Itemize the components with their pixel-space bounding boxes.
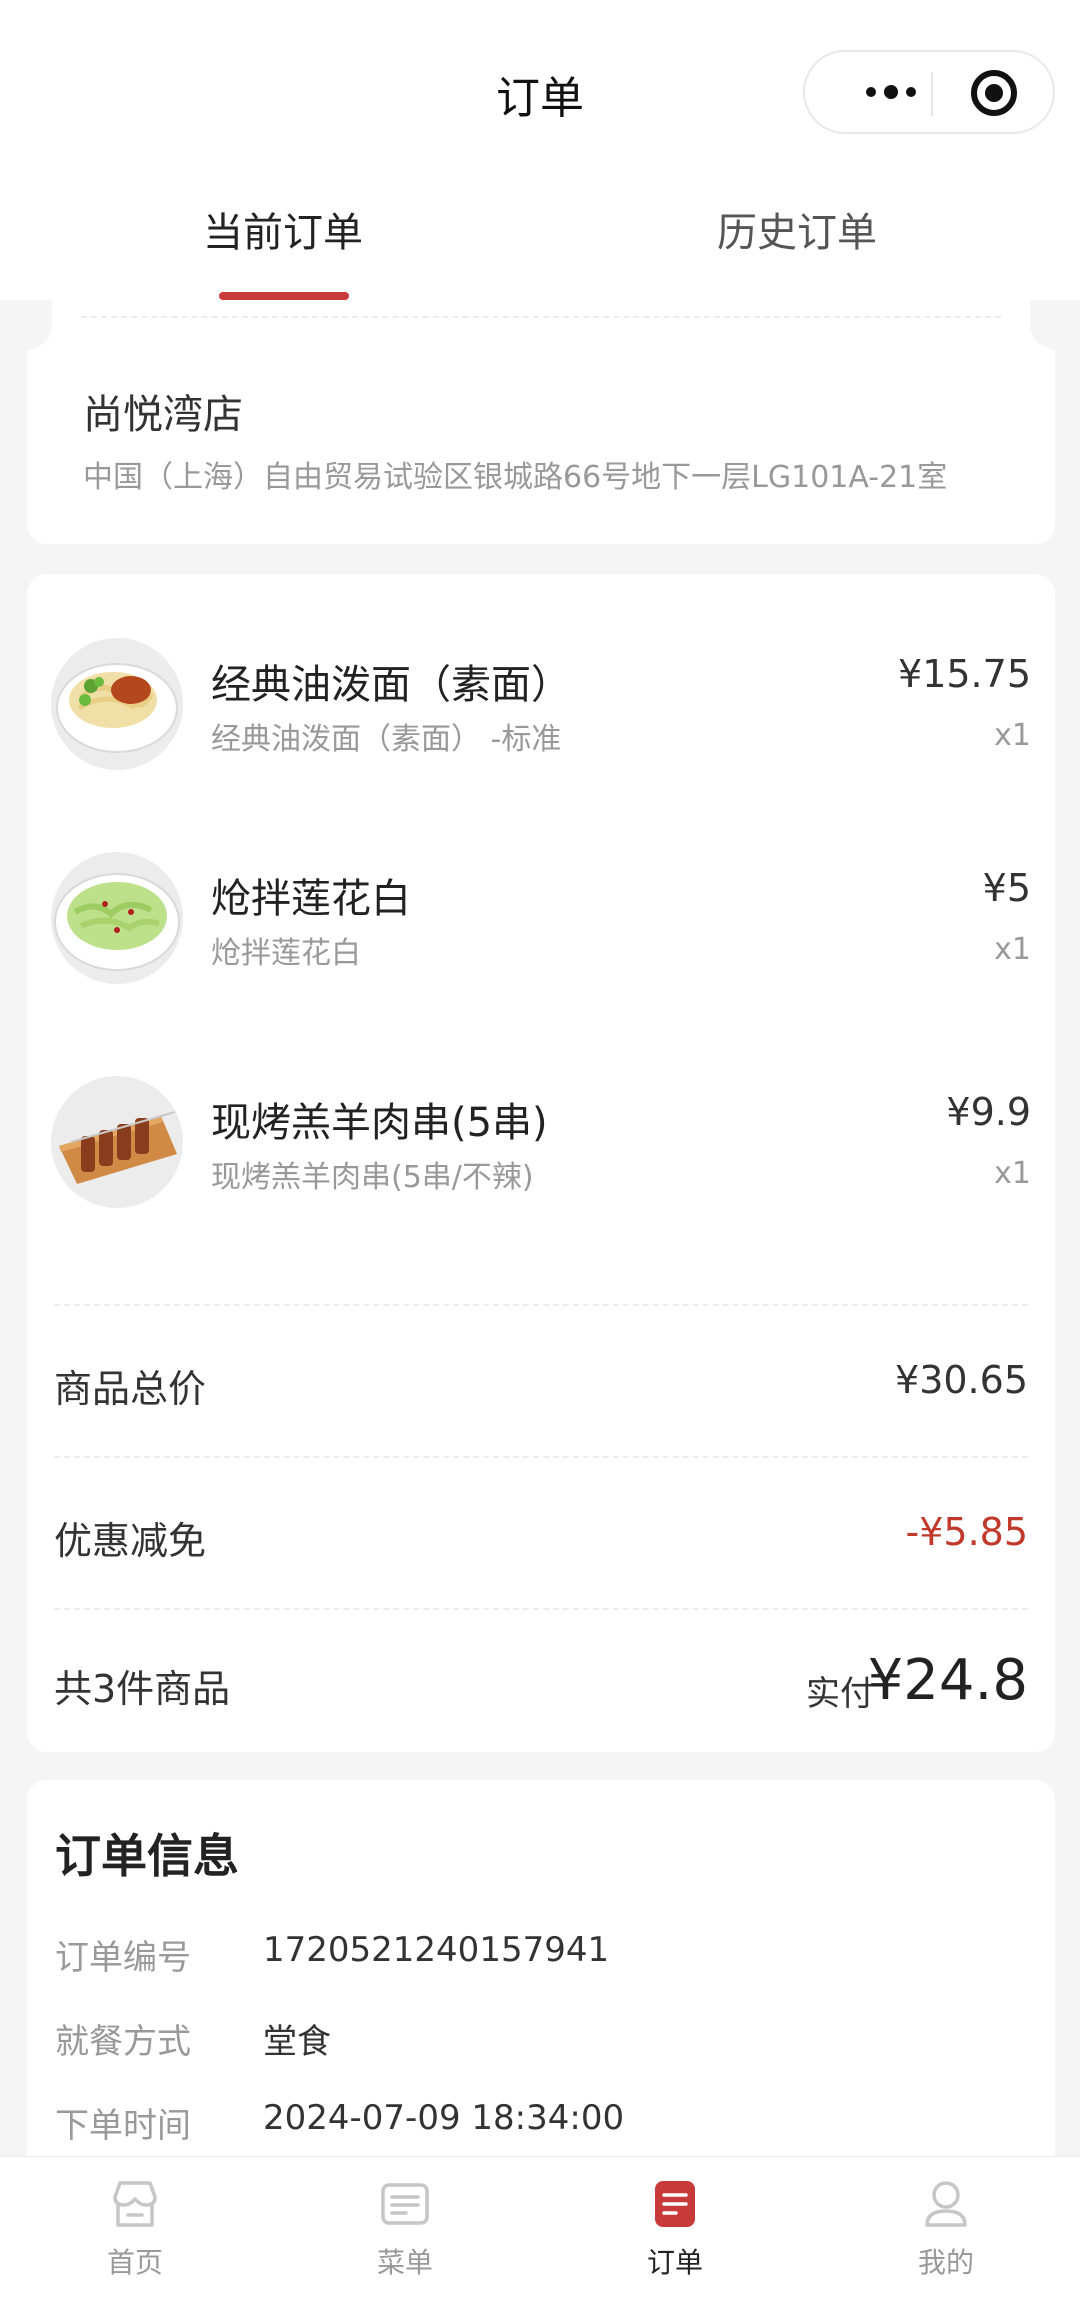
discount-value: -¥5.85 [905,1510,1029,1554]
bottom-tab-bar: 首页 菜单 订单 我的 [0,2156,1080,2302]
order-icon [655,2181,695,2227]
discount-label: 优惠减免 [54,1519,207,1563]
info-label: 就餐方式 [55,2022,191,2062]
item-spec: 经典油泼面（素面） -标准 [211,722,562,757]
tabbar-label: 菜单 [376,2246,433,2279]
item-spec: 现烤羔羊肉串(5串/不辣) [211,1160,534,1195]
more-icon[interactable] [841,52,941,132]
subtotal-row: 商品总价 ¥30.65 [54,1358,1028,1418]
item-quantity: x1 [994,932,1031,967]
order-time: 2024-07-09 18:34:00 [263,2098,625,2138]
active-tab-indicator [219,292,349,300]
discount-row: 优惠减免 -¥5.85 [54,1510,1028,1570]
tabbar-label: 首页 [106,2246,163,2279]
order-item: 现烤羔羊肉串(5串) 现烤羔羊肉串(5串/不辣) ¥9.9 x1 [27,1076,1055,1216]
profile-icon [925,2181,967,2227]
ticket-notch-left [0,300,52,350]
item-price: ¥15.75 [898,652,1031,696]
divider [54,1456,1028,1458]
item-name: 经典油泼面（素面） [211,662,571,708]
dining-mode: 堂食 [263,2022,331,2062]
paid-amount: ¥24.8 [867,1648,1028,1713]
order-item: 炝拌莲花白 炝拌莲花白 ¥5 x1 [27,852,1055,992]
order-time-row: 下单时间 2024-07-09 18:34:00 [55,2098,1015,2148]
info-label: 下单时间 [55,2106,191,2146]
subtotal-value: ¥30.65 [895,1358,1028,1402]
mini-program-capsule [803,50,1055,134]
store-card: 尚悦湾店 中国（上海）自由贸易试验区银城路66号地下一层LG101A-21室 [0,300,1080,544]
store-address: 中国（上海）自由贸易试验区银城路66号地下一层LG101A-21室 [83,460,948,495]
store-icon [113,2181,157,2227]
dining-mode-row: 就餐方式 堂食 [55,2014,1015,2064]
order-number[interactable]: 1720521240157941 [263,1930,609,1970]
paid-label: 实付 [806,1674,874,1714]
item-name: 炝拌莲花白 [211,876,411,922]
tabbar-item-orders[interactable]: 订单 [605,2175,745,2295]
tabbar-item-profile[interactable]: 我的 [876,2175,1016,2295]
order-item: 经典油泼面（素面） 经典油泼面（素面） -标准 ¥15.75 x1 [27,638,1055,778]
cabbage-salad-icon [51,852,183,984]
item-quantity: x1 [994,1156,1031,1191]
order-items-card: 经典油泼面（素面） 经典油泼面（素面） -标准 ¥15.75 x1 炝拌莲花白 … [27,574,1055,1752]
item-price: ¥5 [982,866,1031,910]
divider [81,316,1001,318]
capsule-divider [931,72,933,116]
total-row: 共3件商品 实付 ¥24.8 [54,1648,1028,1718]
item-quantity: x1 [994,718,1031,753]
tabbar-label: 我的 [917,2246,974,2279]
ticket-notch-right [1030,300,1080,350]
divider [54,1608,1028,1610]
noodle-bowl-icon [51,638,183,770]
menu-icon [381,2183,429,2225]
item-price: ¥9.9 [946,1090,1031,1134]
tabbar-label: 订单 [646,2246,703,2279]
lamb-skewers-icon [51,1076,183,1208]
tab-current-orders[interactable]: 当前订单 [153,200,413,258]
tab-history-orders[interactable]: 历史订单 [667,200,927,258]
item-count-label: 共3件商品 [54,1667,231,1711]
order-info-title: 订单信息 [55,1829,239,1883]
item-name: 现烤羔羊肉串(5串) [211,1100,548,1146]
divider [54,1304,1028,1306]
store-name: 尚悦湾店 [83,392,243,438]
order-number-row: 订单编号 1720521240157941 [55,1930,1015,1980]
subtotal-label: 商品总价 [54,1367,207,1411]
top-bar: 订单 当前订单 历史订单 [0,0,1080,300]
info-label: 订单编号 [55,1938,191,1978]
tabbar-item-menu[interactable]: 菜单 [335,2175,475,2295]
item-spec: 炝拌莲花白 [211,936,361,971]
tabbar-item-home[interactable]: 首页 [65,2175,205,2295]
close-target-icon[interactable] [971,70,1017,116]
